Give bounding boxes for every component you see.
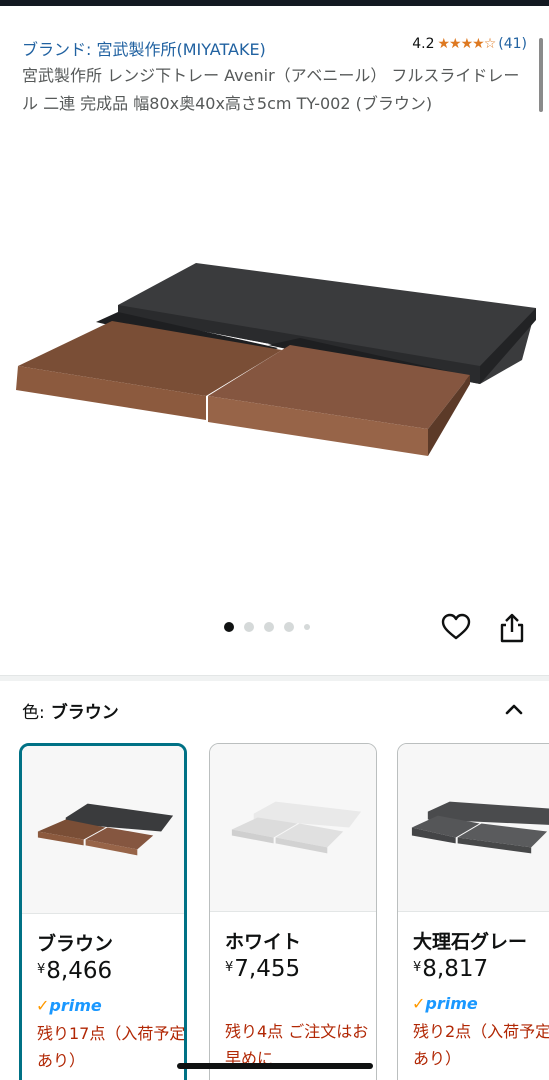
rating-count-link[interactable]: (41) xyxy=(498,36,527,52)
swatch-price: ¥8,817 xyxy=(413,956,488,982)
price-value: 8,817 xyxy=(422,956,489,982)
rating-value: 4.2 xyxy=(412,36,435,52)
swatch-card-brown[interactable]: ブラウン ¥8,466 ✓prime 残り17点（入荷予定あり） xyxy=(19,743,187,1080)
pagination-dot[interactable] xyxy=(224,622,234,632)
swatch-name: 大理石グレー xyxy=(413,931,528,953)
color-label: 色: xyxy=(22,703,45,723)
section-divider xyxy=(0,675,549,681)
stock-status: 残り17点（入荷予定あり） xyxy=(37,1024,186,1070)
scrollbar[interactable] xyxy=(539,38,543,112)
pagination-dot[interactable] xyxy=(304,624,310,630)
selected-color-value: ブラウン xyxy=(50,703,119,723)
prime-check-icon: ✓ xyxy=(36,996,50,1015)
swatch-name: ブラウン xyxy=(37,933,114,955)
image-pagination[interactable] xyxy=(224,622,310,632)
price-value: 7,455 xyxy=(234,956,301,982)
prime-badge: ✓prime xyxy=(412,994,478,1013)
share-icon[interactable] xyxy=(497,612,527,644)
color-selector-header[interactable]: 色: ブラウン xyxy=(22,698,527,724)
swatch-name: ホワイト xyxy=(225,931,302,953)
heart-icon[interactable] xyxy=(441,612,471,642)
currency-symbol: ¥ xyxy=(225,960,234,975)
color-swatch-list[interactable]: ブラウン ¥8,466 ✓prime 残り17点（入荷予定あり） ホワイト ¥7… xyxy=(0,743,549,1080)
swatch-thumbnail xyxy=(398,744,549,912)
home-indicator[interactable] xyxy=(177,1063,373,1069)
swatch-card-marble-grey[interactable]: 大理石グレー ¥8,817 ✓prime 残り2点（入荷予定あり） xyxy=(397,743,549,1080)
currency-symbol: ¥ xyxy=(413,960,422,975)
brand-link[interactable]: ブランド: 宮武製作所(MIYATAKE) xyxy=(22,36,266,60)
star-rating-icon: ★★★★☆ xyxy=(437,36,496,52)
product-main-image[interactable] xyxy=(0,170,549,600)
swatch-card-white[interactable]: ホワイト ¥7,455 残り4点 ご注文はお早めに xyxy=(209,743,377,1080)
chevron-up-icon[interactable] xyxy=(503,698,525,720)
swatch-thumbnail xyxy=(22,746,184,914)
price-value: 8,466 xyxy=(46,958,113,984)
pagination-dot[interactable] xyxy=(264,622,274,632)
top-status-strip xyxy=(0,0,549,6)
brand-row: ブランド: 宮武製作所(MIYATAKE) 4.2 ★★★★☆ (41) xyxy=(22,36,527,60)
product-title: 宮武製作所 レンジ下トレー Avenir（アベニール） フルスライドレール 二連… xyxy=(22,66,520,113)
pagination-dot[interactable] xyxy=(244,622,254,632)
prime-badge: ✓prime xyxy=(36,996,102,1015)
prime-check-icon: ✓ xyxy=(412,994,426,1013)
stock-status: 残り2点（入荷予定あり） xyxy=(413,1022,549,1068)
currency-symbol: ¥ xyxy=(37,962,46,977)
swatch-thumbnail xyxy=(210,744,376,912)
swatch-price: ¥7,455 xyxy=(225,956,300,982)
swatch-price: ¥8,466 xyxy=(37,958,112,984)
rating-summary[interactable]: 4.2 ★★★★☆ (41) xyxy=(412,36,527,52)
pagination-dot[interactable] xyxy=(284,622,294,632)
